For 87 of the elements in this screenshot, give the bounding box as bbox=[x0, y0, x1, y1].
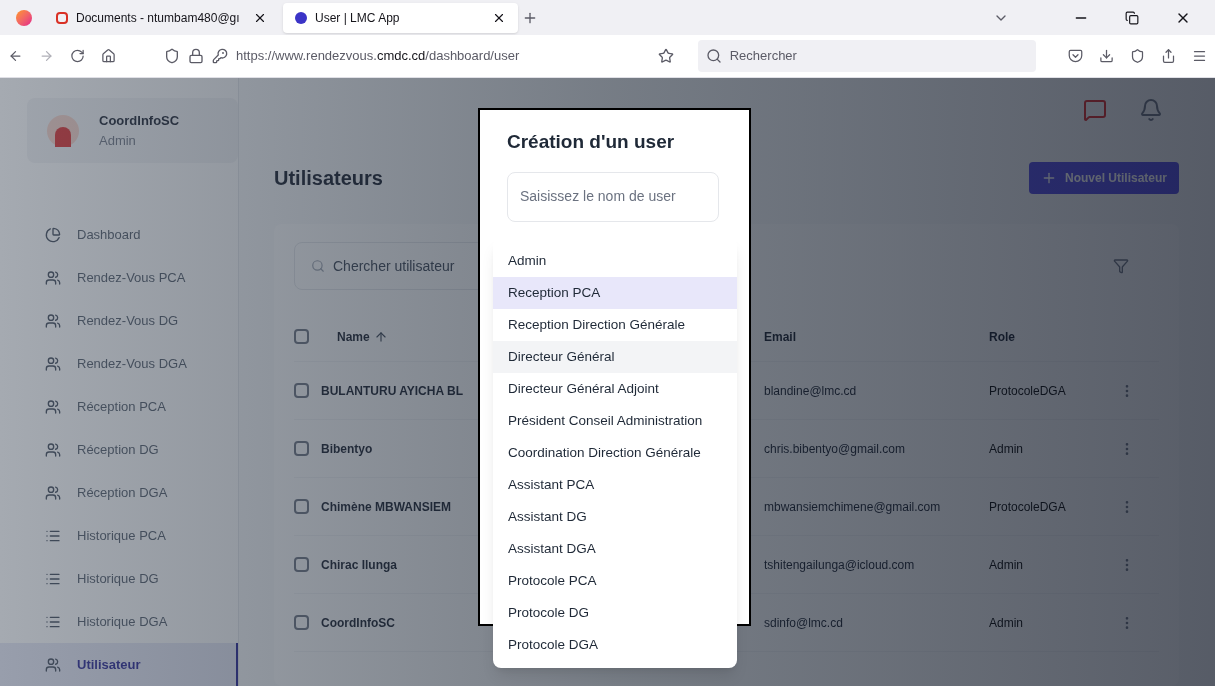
table-cell-text: Admin bbox=[989, 556, 1023, 574]
address-bar[interactable]: https://www.rendezvous.cmdc.cd/dashboard/user bbox=[156, 40, 682, 73]
users-icon bbox=[45, 312, 61, 329]
table-cell-text: sdinfo@lmc.cd bbox=[764, 614, 843, 632]
restore-icon[interactable] bbox=[1125, 10, 1139, 25]
search-icon bbox=[705, 48, 722, 65]
tab-title: Documents - ntumbam480@gı bbox=[76, 9, 241, 27]
dropdown-option[interactable]: Directeur Général Adjoint bbox=[493, 373, 737, 405]
table-cell-text: chris.bibentyo@gmail.com bbox=[764, 440, 905, 458]
bell-icon[interactable] bbox=[1139, 98, 1163, 122]
profile-card[interactable]: CoordInfoSC Admin bbox=[27, 98, 238, 163]
checkbox[interactable] bbox=[294, 499, 309, 514]
sidebar-item[interactable]: Réception DGA bbox=[0, 471, 238, 514]
table-cell-text: ProtocoleDGA bbox=[989, 382, 1066, 400]
pocket-icon[interactable] bbox=[1068, 48, 1084, 65]
dropdown-option[interactable]: Protocole PCA bbox=[493, 565, 737, 597]
dropdown-option[interactable]: Directeur Général bbox=[493, 341, 737, 373]
dropdown-option[interactable]: Président Conseil Administration bbox=[493, 405, 737, 437]
key-icon bbox=[212, 48, 228, 65]
users-icon bbox=[45, 355, 61, 372]
sidebar-item[interactable]: Historique DG bbox=[0, 557, 238, 600]
download-icon[interactable] bbox=[1099, 48, 1115, 65]
dropdown-option[interactable]: Reception Direction Générale bbox=[493, 309, 737, 341]
column-header[interactable]: Role bbox=[989, 327, 1015, 346]
home-icon[interactable] bbox=[101, 48, 116, 65]
column-header[interactable]: Email bbox=[764, 327, 796, 346]
search-icon bbox=[311, 259, 325, 273]
sort-icon[interactable] bbox=[373, 329, 388, 344]
tab-title: User | LMC App bbox=[315, 9, 401, 27]
filter-icon[interactable] bbox=[1113, 258, 1129, 274]
table-cell-text: Chirac Ilunga bbox=[321, 556, 397, 574]
sidebar-item[interactable]: Rendez-Vous PCA bbox=[0, 256, 238, 299]
table-cell-text: Admin bbox=[989, 614, 1023, 632]
name-field[interactable]: Saisissez le nom de user bbox=[507, 171, 719, 222]
modal-title: Création d'un user bbox=[507, 130, 676, 154]
sidebar-item[interactable]: Dashboard bbox=[0, 213, 238, 256]
table-cell-text: CoordInfoSC bbox=[321, 614, 395, 632]
reload-icon[interactable] bbox=[70, 48, 85, 65]
dropdown-option[interactable]: Coordination Direction Générale bbox=[493, 437, 737, 469]
sidebar-item[interactable]: Réception DG bbox=[0, 428, 238, 471]
search-field[interactable]: Rechercher bbox=[697, 40, 1037, 73]
checkbox[interactable] bbox=[294, 383, 309, 398]
star-icon[interactable] bbox=[657, 48, 674, 65]
sidebar-item[interactable]: Rendez-Vous DGA bbox=[0, 342, 238, 385]
table-cell-text: blandine@lmc.cd bbox=[764, 382, 857, 400]
users-icon bbox=[45, 484, 61, 501]
dropdown-option[interactable]: Reception PCA bbox=[493, 277, 737, 309]
checkbox[interactable] bbox=[294, 615, 309, 630]
shield-icon[interactable] bbox=[1130, 48, 1146, 65]
dropdown-option[interactable]: Protocole DGA bbox=[493, 629, 737, 661]
lock-icon bbox=[188, 48, 204, 65]
browser-logo-icon[interactable] bbox=[16, 9, 32, 26]
profile-name: CoordInfoSC bbox=[99, 112, 180, 130]
column-header[interactable]: Name bbox=[337, 327, 370, 346]
users-icon bbox=[45, 398, 61, 415]
shield-icon bbox=[164, 48, 180, 65]
sidebar-item[interactable]: Utilisateur bbox=[0, 643, 238, 686]
checkbox[interactable] bbox=[294, 557, 309, 572]
page-title: Utilisateurs bbox=[274, 166, 383, 191]
dropdown-option[interactable]: Protocole DG bbox=[493, 597, 737, 629]
table-cell-text: Bibentyo bbox=[321, 440, 373, 458]
browser-tab[interactable]: User | LMC App bbox=[283, 2, 518, 33]
dropdown-option[interactable]: Assistant PCA bbox=[493, 469, 737, 501]
browser-tab[interactable]: Documents - ntumbam480@gı bbox=[44, 2, 279, 33]
users-icon bbox=[45, 441, 61, 458]
dropdown-option[interactable]: Assistant DGA bbox=[493, 533, 737, 565]
pie-chart-icon bbox=[45, 226, 61, 243]
sidebar-item[interactable]: Historique DGA bbox=[0, 600, 238, 643]
mail-icon bbox=[56, 11, 68, 24]
table-cell-text: BULANTURU AYICHA BL bbox=[321, 382, 463, 400]
users-icon bbox=[45, 656, 61, 673]
checkbox[interactable] bbox=[294, 329, 309, 344]
dropdown-option[interactable]: Assistant DG bbox=[493, 501, 737, 533]
checkbox[interactable] bbox=[294, 441, 309, 456]
profile-role: Admin bbox=[99, 131, 137, 150]
share-icon[interactable] bbox=[1161, 48, 1177, 65]
sidebar-item[interactable]: Rendez-Vous DG bbox=[0, 299, 238, 342]
table-cell-text: ProtocoleDGA bbox=[989, 498, 1066, 516]
table-cell-text: Chimène MBWANSIEM bbox=[321, 498, 451, 516]
chat-icon[interactable] bbox=[1083, 98, 1107, 122]
table-cell-text: tshitengailunga@icloud.com bbox=[764, 556, 915, 574]
users-icon bbox=[45, 269, 61, 286]
sidebar-item[interactable]: Historique PCA bbox=[0, 514, 238, 557]
sidebar-item[interactable]: Réception PCA bbox=[0, 385, 238, 428]
table-cell-text: Admin bbox=[989, 440, 1023, 458]
table-cell-text: mbwansiemchimene@gmail.com bbox=[764, 498, 941, 516]
url-text: https://www.rendezvous.cmdc.cd/dashboard/user bbox=[236, 47, 520, 66]
